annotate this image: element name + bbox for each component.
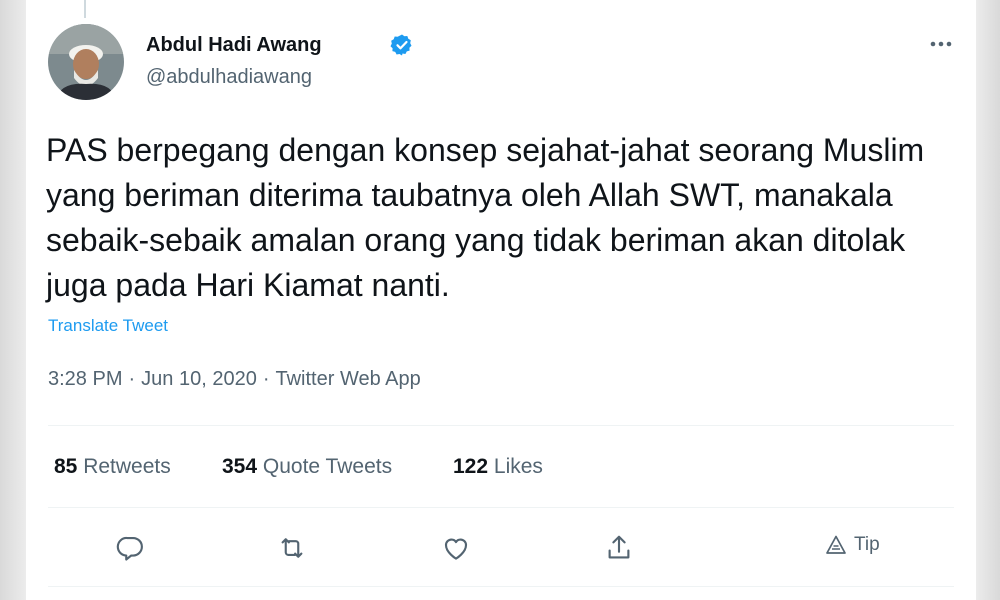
tip-icon	[826, 535, 846, 554]
meta-separator: ·	[128, 368, 136, 390]
quote-tweets-stat[interactable]: 354 Quote Tweets	[222, 455, 392, 479]
reply-icon	[116, 536, 143, 561]
likes-label: Likes	[493, 455, 543, 478]
likes-count: 122	[453, 455, 489, 478]
like-button[interactable]	[436, 530, 476, 566]
quotes-label: Quote Tweets	[262, 455, 393, 478]
thread-connector-line	[84, 0, 86, 18]
retweets-count: 85	[54, 455, 78, 478]
background-left	[0, 0, 26, 600]
share-button[interactable]	[599, 530, 639, 566]
divider-middle	[48, 507, 954, 508]
tip-label: Tip	[854, 534, 880, 555]
tweet-source[interactable]: Twitter Web App	[275, 368, 420, 390]
verified-badge-icon	[390, 34, 412, 56]
divider-top	[48, 425, 954, 426]
background-right	[976, 0, 1000, 600]
tweet-date[interactable]: Jun 10, 2020	[141, 368, 257, 390]
more-horizontal-icon[interactable]	[926, 32, 956, 56]
reply-button[interactable]	[110, 530, 150, 566]
tweet-time[interactable]: 3:28 PM	[48, 368, 122, 390]
retweet-button[interactable]	[272, 530, 312, 566]
translate-tweet-link[interactable]: Translate Tweet	[48, 316, 168, 336]
retweet-icon	[281, 538, 303, 558]
quotes-count: 354	[222, 455, 258, 478]
meta-separator: ·	[262, 368, 270, 390]
author-name[interactable]: Abdul Hadi Awang	[146, 34, 322, 57]
tip-button[interactable]: Tip	[824, 533, 880, 557]
share-icon	[608, 535, 630, 559]
divider-bottom	[48, 586, 954, 587]
likes-stat[interactable]: 122 Likes	[453, 455, 543, 479]
author-handle[interactable]: @abdulhadiawang	[146, 66, 312, 89]
tweet-card: Abdul Hadi Awang @abdulhadiawang PAS ber…	[26, 0, 976, 600]
tweet-meta: 3:28 PM · Jun 10, 2020 · Twitter Web App	[48, 368, 421, 391]
avatar[interactable]	[48, 24, 124, 100]
retweets-label: Retweets	[83, 455, 171, 478]
retweets-stat[interactable]: 85 Retweets	[54, 455, 171, 479]
tweet-text: PAS berpegang dengan konsep sejahat-jaha…	[46, 132, 925, 303]
heart-icon	[444, 538, 468, 560]
